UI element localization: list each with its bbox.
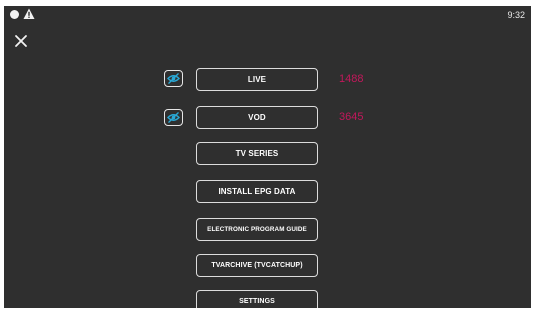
circle-icon xyxy=(10,10,19,19)
install-epg-button[interactable]: INSTALL EPG DATA xyxy=(196,180,318,203)
live-count: 1488 xyxy=(339,73,364,85)
status-bar: 9:32 xyxy=(4,6,531,26)
tvarchive-button[interactable]: TVARCHIVE (TVCATCHUP) xyxy=(196,254,318,277)
settings-button[interactable]: SETTINGS xyxy=(196,290,318,308)
app-screen: 9:32 LIVE 1488 VOD 3645 TV SERIES INSTAL… xyxy=(4,6,531,308)
vod-visibility-toggle[interactable] xyxy=(164,109,183,126)
vod-count: 3645 xyxy=(339,111,364,123)
eye-off-icon xyxy=(167,112,180,123)
status-time: 9:32 xyxy=(507,10,525,20)
live-button[interactable]: LIVE xyxy=(196,68,318,91)
tv-series-button[interactable]: TV SERIES xyxy=(196,142,318,165)
eye-off-icon xyxy=(167,73,180,84)
electronic-program-guide-button[interactable]: ELECTRONIC PROGRAM GUIDE xyxy=(196,218,318,241)
live-visibility-toggle[interactable] xyxy=(164,70,183,87)
warning-icon xyxy=(23,8,35,19)
close-icon[interactable] xyxy=(13,33,29,49)
vod-button[interactable]: VOD xyxy=(196,106,318,129)
